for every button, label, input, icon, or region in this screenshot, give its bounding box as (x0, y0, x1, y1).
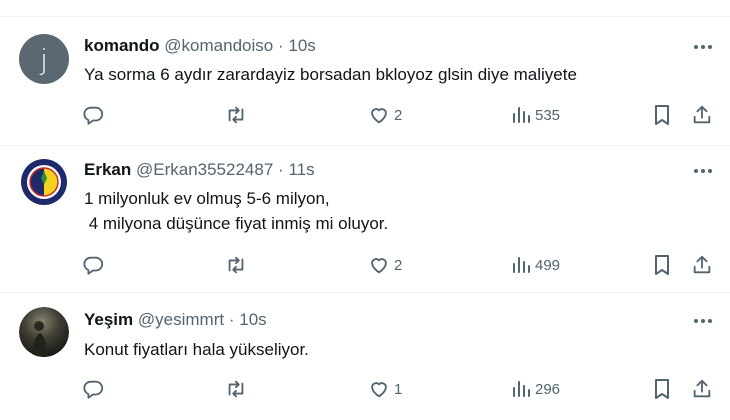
share-icon (693, 105, 711, 124)
timestamp[interactable]: 10s (239, 310, 266, 329)
share-icon (693, 255, 711, 274)
separator-dot: · (228, 310, 235, 329)
tweet-header: Yeşim @yesimmrt · 10s (84, 310, 267, 330)
retweet-icon (228, 256, 244, 274)
tweet-text: Ya sorma 6 aydır zarardayiz borsadan bkl… (84, 65, 577, 84)
separator-dot: · (278, 160, 284, 179)
like-icon (371, 382, 387, 398)
bookmark-icon (655, 255, 669, 275)
retweet-icon (228, 106, 244, 124)
views-button[interactable]: 499 (511, 253, 560, 277)
handle[interactable]: @Erkan35522487 (136, 160, 273, 179)
more-button[interactable] (690, 37, 716, 57)
tweet-text: Konut fiyatları hala yükseliyor. (84, 340, 309, 359)
bookmark-button[interactable] (652, 377, 672, 401)
retweet-button[interactable] (224, 103, 248, 127)
avatar[interactable] (19, 157, 69, 207)
like-button[interactable]: 2 (368, 253, 402, 277)
views-button[interactable]: 535 (511, 103, 560, 127)
action-bar: 1 296 (0, 377, 730, 401)
retweet-button[interactable] (224, 253, 248, 277)
more-button[interactable] (690, 311, 716, 331)
action-bar: 2 499 (0, 253, 730, 277)
like-count: 2 (394, 106, 403, 124)
handle[interactable]: @yesimmrt (138, 310, 224, 329)
bookmark-button[interactable] (652, 103, 672, 127)
view-count: 296 (535, 380, 561, 398)
share-button[interactable] (691, 253, 713, 277)
reply-icon (83, 256, 104, 275)
reply-button[interactable] (82, 377, 104, 401)
display-name[interactable]: komando (84, 36, 160, 55)
share-button[interactable] (691, 103, 713, 127)
more-icon (694, 45, 712, 49)
tweet-text: 1 milyonluk ev olmuş 5-6 milyon, 4 milyo… (84, 189, 389, 233)
like-button[interactable]: 1 (368, 377, 402, 401)
share-button[interactable] (691, 377, 713, 401)
reply-icon (83, 380, 104, 399)
bookmark-icon (655, 105, 669, 125)
like-icon (371, 108, 387, 124)
retweet-button[interactable] (224, 377, 248, 401)
more-button[interactable] (690, 161, 716, 181)
tweet[interactable]: j komando @komandoiso · 10s Ya sorma 6 a… (0, 17, 730, 146)
view-count: 535 (535, 106, 561, 124)
like-icon (371, 258, 387, 274)
club-crest-icon (19, 157, 69, 207)
avatar-letter: j (40, 42, 48, 76)
tweet-header: komando @komandoiso · 10s (84, 36, 316, 56)
reply-button[interactable] (82, 103, 104, 127)
bookmark-icon (655, 379, 669, 399)
view-count: 499 (535, 256, 561, 274)
like-count: 2 (394, 256, 403, 274)
views-icon (513, 381, 530, 397)
retweet-icon (228, 380, 244, 398)
handle[interactable]: @komandoiso (164, 36, 273, 55)
reply-button[interactable] (82, 253, 104, 277)
avatar[interactable]: j (19, 34, 69, 84)
tweet-header: Erkan @Erkan35522487 · 11s (84, 160, 315, 180)
timestamp[interactable]: 10s (288, 36, 315, 55)
timestamp[interactable]: 11s (288, 160, 314, 179)
previous-tweet-divider (0, 0, 730, 17)
reply-icon (83, 106, 104, 125)
bookmark-button[interactable] (652, 253, 672, 277)
share-icon (693, 379, 711, 398)
avatar[interactable] (19, 307, 69, 357)
views-icon (513, 107, 530, 123)
like-button[interactable]: 2 (368, 103, 402, 127)
views-button[interactable]: 296 (511, 377, 560, 401)
views-icon (513, 257, 530, 273)
tweet[interactable]: Erkan @Erkan35522487 · 11s 1 milyonluk e… (0, 146, 730, 293)
more-icon (694, 169, 712, 173)
display-name[interactable]: Erkan (84, 160, 131, 179)
like-count: 1 (394, 380, 403, 398)
tweet[interactable]: Yeşim @yesimmrt · 10s Konut fiyatları ha… (0, 293, 730, 420)
action-bar: 2 535 (0, 103, 730, 127)
profile-photo-icon (19, 307, 69, 357)
display-name[interactable]: Yeşim (84, 310, 133, 329)
separator-dot: · (277, 36, 284, 55)
more-icon (694, 319, 712, 323)
